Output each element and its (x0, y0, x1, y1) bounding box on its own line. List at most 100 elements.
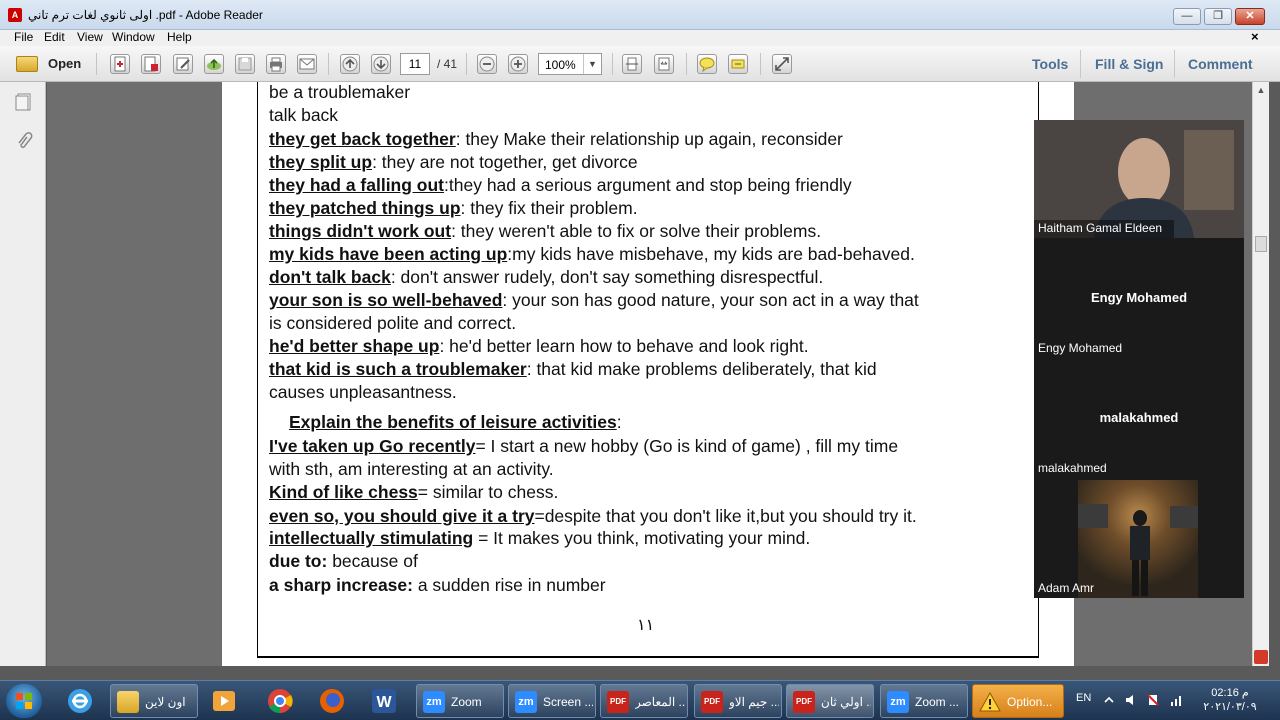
fill-sign-link[interactable]: Fill & Sign (1095, 56, 1163, 72)
security-flag-icon[interactable] (1146, 693, 1160, 707)
fit-width-icon[interactable] (654, 54, 674, 74)
page-number-input[interactable]: 11 (400, 53, 430, 75)
document-line: he'd better shape up: he'd better learn … (269, 336, 809, 357)
word-icon[interactable]: W (368, 685, 400, 717)
term: he'd better shape up (269, 336, 440, 356)
upload-cloud-icon[interactable] (204, 54, 224, 74)
taskbar-pdf-button-active[interactable]: PDF اولي ثان ... (786, 684, 874, 718)
participant-name: Haitham Gamal Eldeen (1038, 221, 1163, 235)
toolbar-divider (1174, 50, 1175, 78)
email-icon[interactable] (297, 54, 317, 74)
participant-tile[interactable]: Engy Mohamed Engy Mohamed (1034, 240, 1244, 358)
taskbar-label: Zoom (451, 695, 482, 709)
term: I've taken up Go recently (269, 436, 476, 456)
start-button-windows-icon[interactable] (6, 684, 42, 718)
taskbar-label: جيم الاو ... (729, 695, 779, 709)
adobe-reader-window: A اولى ثانوي لغات ترم تاني .pdf - Adobe … (0, 0, 1280, 720)
menu-edit[interactable]: Edit (44, 30, 65, 44)
fit-page-icon[interactable] (622, 54, 642, 74)
document-line: a sharp increase: a sudden rise in numbe… (269, 575, 606, 596)
navigation-pane (0, 82, 46, 666)
menu-file[interactable]: File (14, 30, 33, 44)
participant-name: Adam Amr (1038, 581, 1095, 595)
close-document-icon[interactable]: × (1251, 29, 1259, 44)
term: due to: (269, 551, 328, 571)
chevron-up-icon[interactable] (1102, 693, 1116, 707)
participant-tile-video[interactable]: Haitham Gamal Eldeen (1034, 120, 1244, 238)
tools-link[interactable]: Tools (1032, 56, 1068, 72)
taskbar-label: Zoom ... (915, 695, 960, 709)
zoom-icon: zm (887, 691, 909, 713)
taskbar-folder-button[interactable]: اون لاين (110, 684, 198, 718)
taskbar-zoom-button[interactable]: zm Zoom ... (880, 684, 968, 718)
definition: is considered polite and correct. (269, 313, 517, 333)
close-button[interactable]: ✕ (1235, 8, 1265, 25)
comment-link[interactable]: Comment (1188, 56, 1253, 72)
zoom-participant-panel: Haitham Gamal Eldeen Engy Mohamed Engy M… (1034, 120, 1244, 598)
term: things didn't work out (269, 221, 452, 241)
previous-page-icon[interactable] (340, 54, 360, 74)
title-bar: A اولى ثانوي لغات ترم تاني .pdf - Adobe … (0, 0, 1280, 30)
participant-name: Engy Mohamed (1038, 341, 1123, 355)
firefox-icon[interactable] (316, 685, 348, 717)
definition: : he'd better learn how to behave and lo… (439, 336, 809, 356)
vertical-scrollbar[interactable]: ▲ (1252, 82, 1269, 666)
document-line: even so, you should give it a try=despit… (269, 506, 917, 527)
menu-window[interactable]: Window (112, 30, 155, 44)
zoom-icon: zm (515, 691, 537, 713)
comment-icon[interactable] (697, 54, 717, 74)
media-player-icon[interactable] (208, 685, 240, 717)
toolbar-divider (96, 53, 97, 75)
participant-tile-video[interactable]: Adam Amr (1034, 480, 1244, 598)
toolbar-divider (612, 53, 613, 75)
internet-explorer-icon[interactable] (64, 685, 96, 717)
maximize-button[interactable]: ❐ (1204, 8, 1232, 25)
language-indicator[interactable]: EN (1076, 692, 1091, 704)
definition: : they Make their relationship up again,… (455, 129, 843, 149)
taskbar-pdf-button[interactable]: PDF المعاصر ... (600, 684, 688, 718)
clock[interactable]: 02:16 م ٢٠٢١/٠٣/٠٩ (1198, 686, 1262, 714)
scroll-up-icon[interactable]: ▲ (1253, 82, 1269, 98)
print-icon[interactable] (266, 54, 286, 74)
zoom-in-icon[interactable] (508, 54, 528, 74)
participant-tile[interactable]: malakahmed malakahmed (1034, 360, 1244, 478)
document-line: things didn't work out: they weren't abl… (269, 221, 821, 242)
zoom-level-value: 100% (545, 58, 576, 72)
export-pdf-icon[interactable] (141, 54, 161, 74)
term: a sharp increase: (269, 575, 413, 595)
menu-help[interactable]: Help (167, 30, 192, 44)
highlight-icon[interactable] (728, 54, 748, 74)
taskbar-zoom-screen-button[interactable]: zm Screen ... (508, 684, 596, 718)
document-line: is considered polite and correct. (269, 313, 516, 334)
taskbar-zoom-button[interactable]: zm Zoom (416, 684, 504, 718)
scroll-thumb[interactable] (1255, 236, 1267, 252)
participant-display-name: Engy Mohamed (1090, 290, 1188, 305)
page-number-footer: ١١ (637, 617, 655, 634)
taskbar-options-button[interactable]: Option... (972, 684, 1064, 718)
term: they get back together (269, 129, 456, 149)
minimize-button[interactable]: — (1173, 8, 1201, 25)
chrome-icon[interactable] (264, 685, 296, 717)
participant-video-feed (1078, 480, 1198, 598)
save-icon[interactable] (235, 54, 255, 74)
document-line: they patched things up: they fix their p… (269, 198, 638, 219)
definition: = It makes you think, motivating your mi… (473, 528, 811, 548)
taskbar-pdf-button[interactable]: PDF جيم الاو ... (694, 684, 782, 718)
pages-thumbnail-icon[interactable] (14, 92, 34, 112)
attachments-paperclip-icon[interactable] (14, 132, 34, 152)
create-pdf-icon[interactable] (110, 54, 130, 74)
edit-pdf-icon[interactable] (173, 54, 193, 74)
full-screen-icon[interactable] (772, 54, 792, 74)
network-signal-icon[interactable] (1170, 693, 1184, 707)
next-page-icon[interactable] (371, 54, 391, 74)
zoom-level-select[interactable]: 100% ▼ (538, 53, 602, 75)
document-line: due to: because of (269, 551, 418, 572)
adobe-status-icon[interactable] (1254, 650, 1268, 664)
zoom-out-icon[interactable] (477, 54, 497, 74)
chevron-down-icon[interactable]: ▼ (583, 54, 601, 74)
toolbar-divider (760, 53, 761, 75)
document-line: intellectually stimulating = It makes yo… (269, 528, 810, 549)
speaker-icon[interactable] (1124, 693, 1138, 707)
folder-icon (16, 56, 38, 72)
menu-view[interactable]: View (77, 30, 103, 44)
